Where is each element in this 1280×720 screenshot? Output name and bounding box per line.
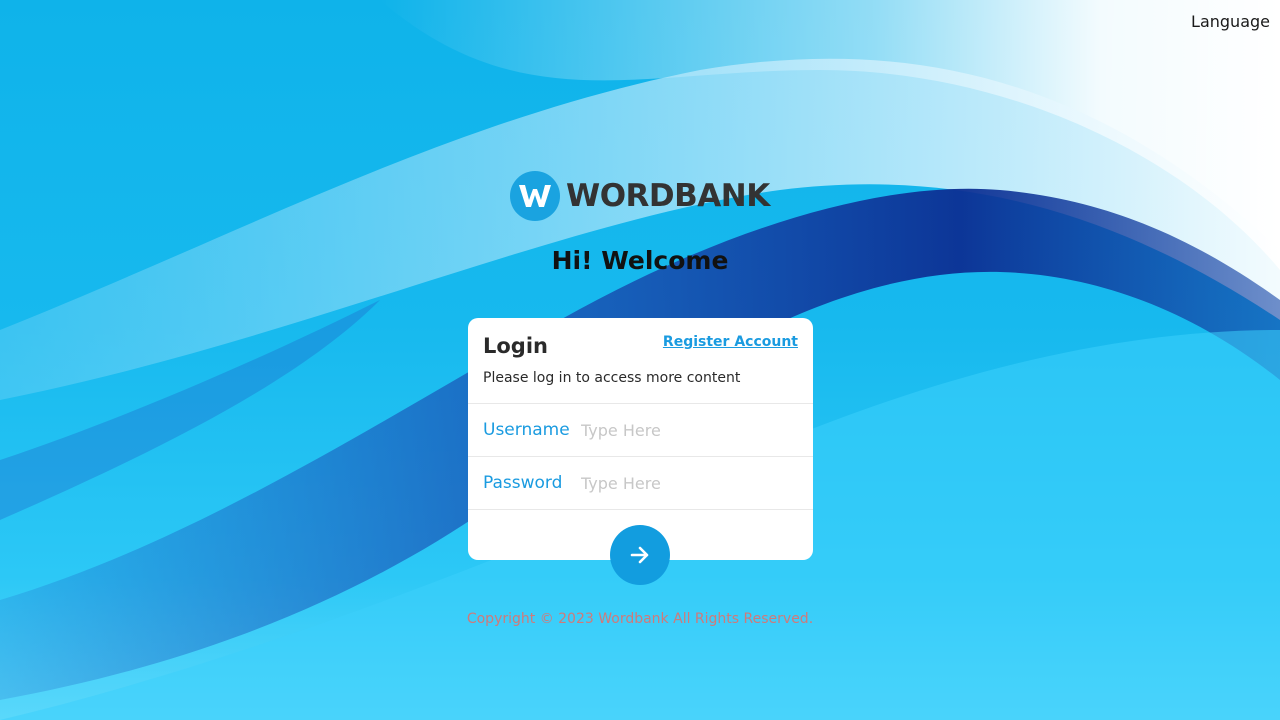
username-label: Username [483, 420, 570, 440]
arrow-right-icon [630, 546, 649, 564]
wordbank-logo-badge [510, 171, 560, 221]
login-submit-button[interactable] [610, 525, 670, 585]
wordbank-logo-text: WORDBANK [566, 178, 770, 214]
wordbank-logo: WORDBANK [510, 170, 772, 222]
copyright-text: Copyright © 2023 Wordbank All Rights Res… [466, 611, 814, 627]
login-card-header: Login Register Account Please log in to … [468, 318, 813, 404]
login-title: Login [483, 334, 548, 358]
username-row: Username [468, 404, 813, 457]
login-page: Language WORDBANK Hi! Welcome Login Regi… [0, 0, 1280, 720]
password-row: Password [468, 457, 813, 510]
password-label: Password [483, 473, 563, 493]
language-selector[interactable]: Language [1191, 12, 1270, 31]
register-account-link[interactable]: Register Account [663, 334, 798, 350]
w-letter-icon [519, 185, 551, 207]
login-subtitle: Please log in to access more content [483, 370, 741, 386]
login-card: Login Register Account Please log in to … [468, 318, 813, 560]
username-input[interactable] [579, 419, 783, 441]
password-input[interactable] [579, 472, 783, 494]
welcome-heading: Hi! Welcome [551, 246, 729, 275]
